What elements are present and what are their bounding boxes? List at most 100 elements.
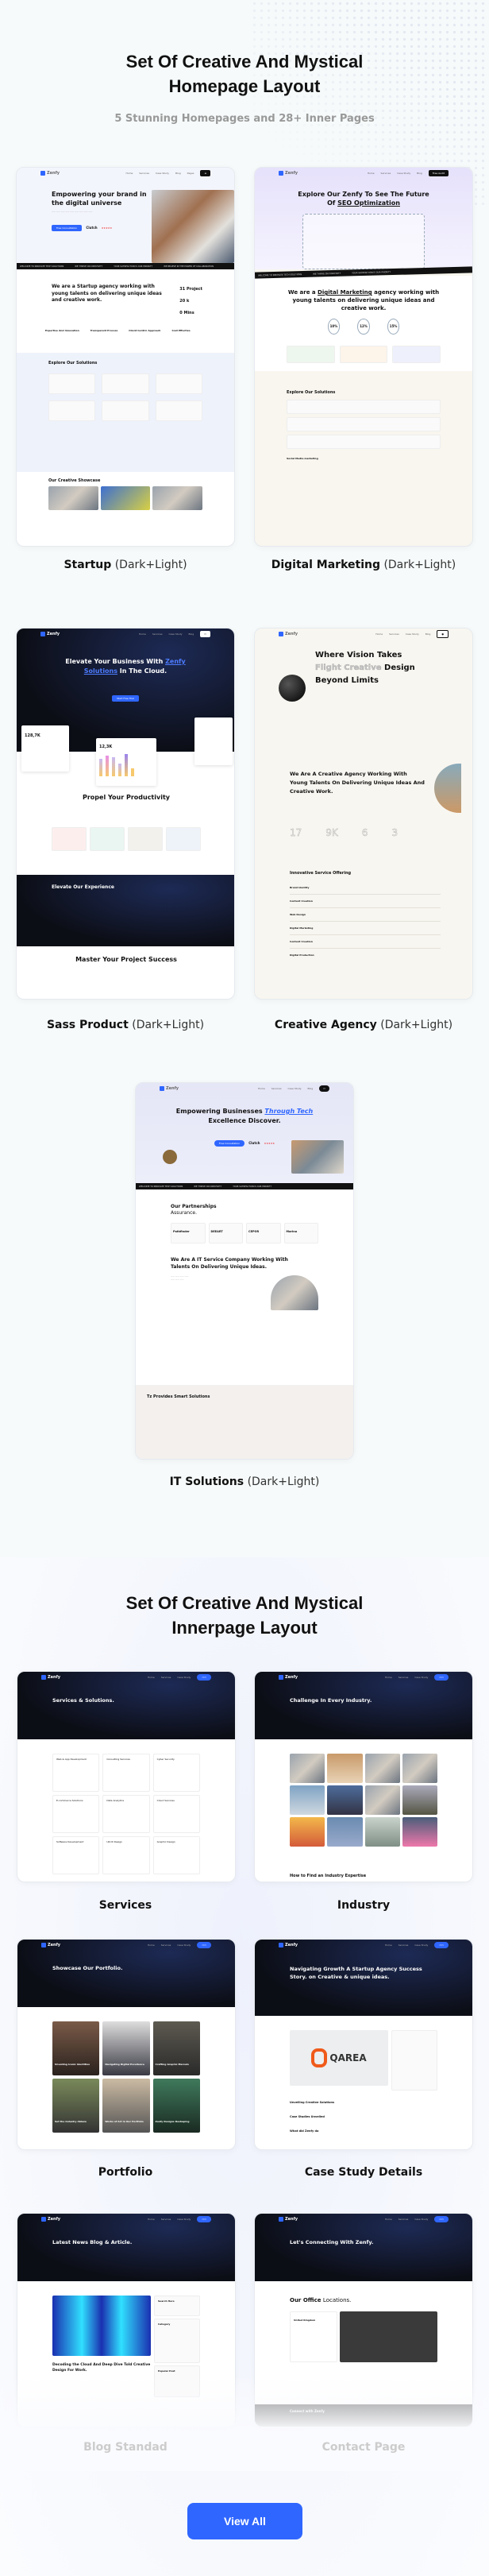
innerpages-4-hero: Latest News Blog & Article. [52, 2239, 133, 2245]
innerpages-3-name: Case Study Details [304, 2166, 423, 2179]
homepages-3-stats-3: 3 [391, 827, 399, 838]
nav-2: Case Study [414, 1944, 429, 1947]
preview-element: 31 Project 20 k 0 Mins [179, 284, 202, 319]
nav-0: Home [384, 1944, 392, 1947]
preview-element: Empowering your brand in the digital uni… [17, 179, 234, 263]
homepages-3-services-2: Web Design [290, 908, 441, 922]
sphere-graphic [279, 675, 306, 702]
contact-label: Contact Page [254, 2441, 473, 2454]
preview-element: Explore Our Solutions [17, 353, 234, 472]
preview-element [290, 1785, 325, 1815]
nav-3: Blog [188, 632, 194, 636]
innerpages-3-h2: Case Studies Unveiled [290, 2115, 325, 2118]
homepages-0-hero: Empowering your brand in the digital uni… [52, 191, 147, 207]
preview-element [255, 1739, 472, 1847]
homepages-4-hero_a: Empowering Businesses [175, 1108, 265, 1115]
preview-element [402, 1754, 437, 1783]
homepages-1-nav_btn: Free Audit [428, 170, 449, 176]
preview-element: Zenfy [279, 171, 298, 176]
preview-element: Zenfy [279, 632, 298, 636]
portfolio-label: Portfolio [16, 2166, 235, 2179]
preview-element: Zenfy Home Services Case Study ▭▭ Latest New… [17, 2214, 235, 2281]
homepages-4-about: We Are A IT Service Company Working With… [171, 1257, 288, 1270]
home-section-title: Set Of Creative And Mystical Homepage Lay… [0, 49, 489, 99]
ticker-0: WELCOME TO INNOVATE TECH SOLUTIONS [20, 265, 64, 268]
creative-agency-preview-card[interactable]: Zenfy Home Services Case Study Blog ● Where V… [254, 628, 473, 1000]
preview-element [402, 1785, 437, 1815]
homepages-3-services-1: Content Creation [290, 895, 441, 908]
nav-3: Blog [425, 632, 431, 636]
preview-element: 10% 12% 15% [287, 319, 441, 335]
preview-element: Zenfy [279, 1943, 298, 1947]
preview-element [271, 1275, 318, 1310]
preview-element [287, 400, 441, 414]
homepages-0-rating_brand: Clutch [86, 225, 98, 230]
preview-element: Zenfy Home Services Case Study Blog ● [255, 629, 472, 640]
homepages-4-name: IT Solutions [169, 1476, 244, 1488]
homepages-3-section: Innovative Service Offering [290, 871, 352, 876]
homepages-0-stats-2: 0 Mins [179, 311, 194, 315]
portfolio-preview-card[interactable]: Zenfy Home Services Case Study ▭▭ Showcase O… [17, 1939, 236, 2150]
ticker-0: WELCOME TO INNOVATE TECH SOLUTIONS [258, 273, 302, 277]
preview-element [391, 2030, 437, 2091]
preview-element: —— —— —— —— —— —— —— —— —— [52, 211, 93, 213]
digital-marketing-preview-card[interactable]: Zenfy Home Services Case Study Blog Free Audi… [254, 167, 473, 547]
brand: Zenfy [48, 1675, 61, 1680]
brand: Zenfy [285, 632, 298, 636]
homepages-3-name: Creative Agency [274, 1019, 377, 1031]
innerpages-2-items-1: Navigating Digital Excellence [102, 2021, 150, 2075]
preview-element: ▭▭ [197, 1674, 211, 1681]
homepages-0-about: We are a Startup agency working with you… [52, 284, 162, 303]
preview-element [99, 752, 153, 776]
preview-element: We are a Startup agency working with you… [17, 269, 234, 319]
preview-element: Zenfy Home Services Case Study ▭▭ [255, 1940, 472, 1951]
it-solutions-preview-card[interactable]: Zenfy Home Services Case Study Blog ▭ Empower… [135, 1082, 354, 1460]
inner_section-title_line1: Set Of Creative And Mystical [125, 1593, 364, 1613]
preview-element [287, 435, 441, 449]
innerpages-1-footer: How to Find an Industry Expertise [290, 1874, 367, 1878]
nav-1: Services [139, 172, 150, 175]
preview-element: Social Media marketing [255, 395, 472, 460]
view-all-button[interactable]: View All [187, 2503, 302, 2539]
preview-element [327, 1754, 363, 1783]
brand: Zenfy [285, 1943, 298, 1947]
preview-element: Zenfy Home Services Case Study ▭▭ [17, 1672, 235, 1683]
sass-product-preview-card[interactable]: Zenfy Home Services Case Study Blog ▭ Elevate… [16, 628, 235, 1000]
preview-element: Zenfy Home Services Case Study ▭▭ Let's Conn… [255, 2214, 472, 2281]
services-preview-card[interactable]: Zenfy Home Services Case Study ▭▭ Services &… [17, 1671, 236, 1882]
map [340, 2311, 437, 2362]
innerpages-0-items-6: Software Development [52, 1836, 100, 1874]
preview-element: ● [437, 630, 449, 638]
case-study-preview-card[interactable]: Zenfy Home Services Case Study ▭▭ Navigating… [254, 1939, 473, 2150]
sass-product-label: Sass Product (Dark+Light) [16, 1019, 235, 1031]
preview-element: Zenfy Home Services Case Study ▭▭ Showcase O… [17, 1940, 235, 2007]
preview-element [155, 400, 202, 421]
preview-element [17, 483, 234, 510]
homepages-1-hero_b: SEO Optimization [337, 199, 400, 207]
preview-element [392, 346, 441, 363]
preview-element: ▭▭ [197, 1942, 211, 1948]
preview-element [163, 1150, 177, 1164]
preview-element [112, 757, 115, 776]
nav-0: Home [147, 1944, 155, 1947]
ticker-2: YOUR SATISFACTION IS OUR PRIORITY [233, 1185, 272, 1188]
nav-2: Case Study [414, 1676, 429, 1679]
home_section-title_line2: Homepage Layout [168, 76, 321, 96]
nav-2: Case Study [168, 632, 183, 636]
startup-preview-card[interactable]: Zenfy Home Services Case Study Blog Pages ≡ Em… [16, 167, 235, 547]
preview-element [48, 373, 96, 394]
preview-element: Zenfy Home Services Case Study Blog ▭ [136, 1083, 353, 1094]
blog-label: Blog Standad [16, 2441, 235, 2454]
preview-element [402, 1817, 437, 1847]
industry-preview-card[interactable]: Zenfy Home Services Case Study ▭▭ Challenge … [254, 1671, 473, 1882]
preview-element: Zenfy [279, 1675, 298, 1680]
homepages-0-features-2: Client Centric Approach [129, 329, 161, 332]
innerpages-0-items-2: Cyber Security [152, 1754, 200, 1792]
innerpages-2-name: Portfolio [98, 2166, 153, 2179]
homepages-0-stats-1: 20 k [179, 299, 190, 304]
it-solutions-label: IT Solutions (Dark+Light) [135, 1476, 354, 1488]
innerpages-2-hero: Showcase Our Portfolio. [52, 1965, 123, 1971]
preview-element: Zenfy Home Services Case Study Blog ▭ [17, 629, 234, 640]
digital-marketing-label: Digital Marketing (Dark+Light) [254, 559, 473, 571]
preview-element [290, 1754, 325, 1783]
